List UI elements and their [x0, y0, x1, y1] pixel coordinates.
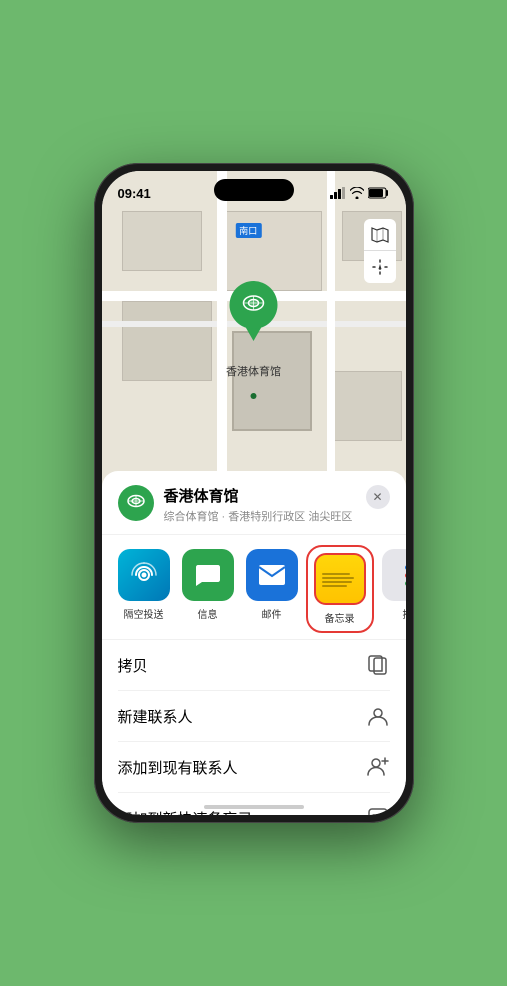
notes-icon-wrap — [314, 553, 366, 605]
compass-icon — [372, 259, 388, 275]
action-add-contact-label: 添加到现有联系人 — [118, 757, 238, 778]
action-copy[interactable]: 拷贝 — [118, 640, 390, 691]
note-svg — [367, 807, 389, 815]
mail-icon — [257, 563, 287, 587]
map-type-button[interactable] — [364, 219, 396, 251]
place-subtitle: 综合体育馆 · 香港特别行政区 油尖旺区 — [164, 508, 356, 524]
status-time: 09:41 — [118, 186, 151, 201]
share-item-notes[interactable]: 备忘录 — [310, 549, 370, 629]
stadium-icon — [240, 291, 268, 319]
person-svg — [367, 705, 389, 727]
person-add-svg — [366, 756, 390, 778]
phone-screen: 09:41 — [102, 171, 406, 815]
copy-icon — [366, 653, 390, 677]
add-contact-icon — [366, 755, 390, 779]
mail-icon-wrap — [246, 549, 298, 601]
action-new-contact[interactable]: 新建联系人 — [118, 691, 390, 742]
map-icon — [371, 227, 389, 243]
status-icons — [330, 187, 390, 199]
share-item-messages[interactable]: 信息 — [182, 549, 234, 629]
pin-pointer — [246, 327, 262, 341]
share-item-mail[interactable]: 邮件 — [246, 549, 298, 629]
more-icon-wrap — [382, 549, 406, 601]
place-name: 香港体育馆 — [164, 485, 356, 506]
place-header: 香港体育馆 综合体育馆 · 香港特别行政区 油尖旺区 ✕ — [102, 471, 406, 535]
dot-1 — [405, 565, 406, 570]
dot-2 — [405, 573, 406, 578]
notes-lines — [316, 565, 364, 593]
share-item-airdrop[interactable]: 隔空投送 — [118, 549, 170, 629]
airdrop-icon-wrap — [118, 549, 170, 601]
wifi-icon — [350, 187, 364, 199]
copy-svg — [368, 654, 388, 676]
mail-label: 邮件 — [262, 606, 282, 621]
notes-line-3 — [322, 581, 353, 583]
action-list: 拷贝 新建联系人 — [102, 640, 406, 815]
signal-icon — [330, 187, 346, 199]
map-area: 南口 — [102, 171, 406, 491]
more-dots — [405, 565, 406, 586]
location-button[interactable] — [364, 251, 396, 283]
venue-icon — [125, 492, 147, 514]
battery-icon — [368, 187, 390, 199]
close-button[interactable]: ✕ — [366, 485, 390, 509]
action-add-contact[interactable]: 添加到现有联系人 — [118, 742, 390, 793]
notes-line-1 — [322, 573, 351, 575]
quick-note-icon — [366, 806, 390, 815]
airdrop-icon — [130, 561, 158, 589]
dynamic-island — [214, 179, 294, 201]
notes-line-4 — [322, 585, 347, 587]
new-contact-icon — [366, 704, 390, 728]
map-pin: 香港体育馆 — [226, 281, 281, 379]
pin-label: 香港体育馆 — [226, 363, 281, 379]
action-copy-label: 拷贝 — [118, 655, 148, 676]
place-icon — [118, 485, 154, 521]
dot-3 — [405, 581, 406, 586]
home-indicator — [204, 805, 304, 809]
bottom-sheet: 香港体育馆 综合体育馆 · 香港特别行政区 油尖旺区 ✕ — [102, 471, 406, 815]
share-row: 隔空投送 信息 — [102, 535, 406, 640]
action-quick-note[interactable]: 添加到新快速备忘录 — [118, 793, 390, 815]
pin-circle — [230, 281, 278, 329]
notes-line-2 — [322, 577, 354, 579]
map-label-text: 南口 — [239, 226, 257, 236]
messages-icon — [193, 560, 223, 590]
pin-shadow-dot — [251, 393, 257, 399]
more-label: 推 — [403, 606, 406, 621]
messages-icon-wrap — [182, 549, 234, 601]
phone-frame: 09:41 — [94, 163, 414, 823]
place-info: 香港体育馆 综合体育馆 · 香港特别行政区 油尖旺区 — [164, 485, 356, 524]
share-item-more[interactable]: 推 — [382, 549, 406, 629]
action-new-contact-label: 新建联系人 — [118, 706, 193, 727]
map-direction-label: 南口 — [235, 223, 261, 238]
map-controls — [364, 219, 396, 283]
notes-label: 备忘录 — [325, 610, 355, 625]
airdrop-label: 隔空投送 — [124, 606, 164, 621]
messages-label: 信息 — [198, 606, 218, 621]
